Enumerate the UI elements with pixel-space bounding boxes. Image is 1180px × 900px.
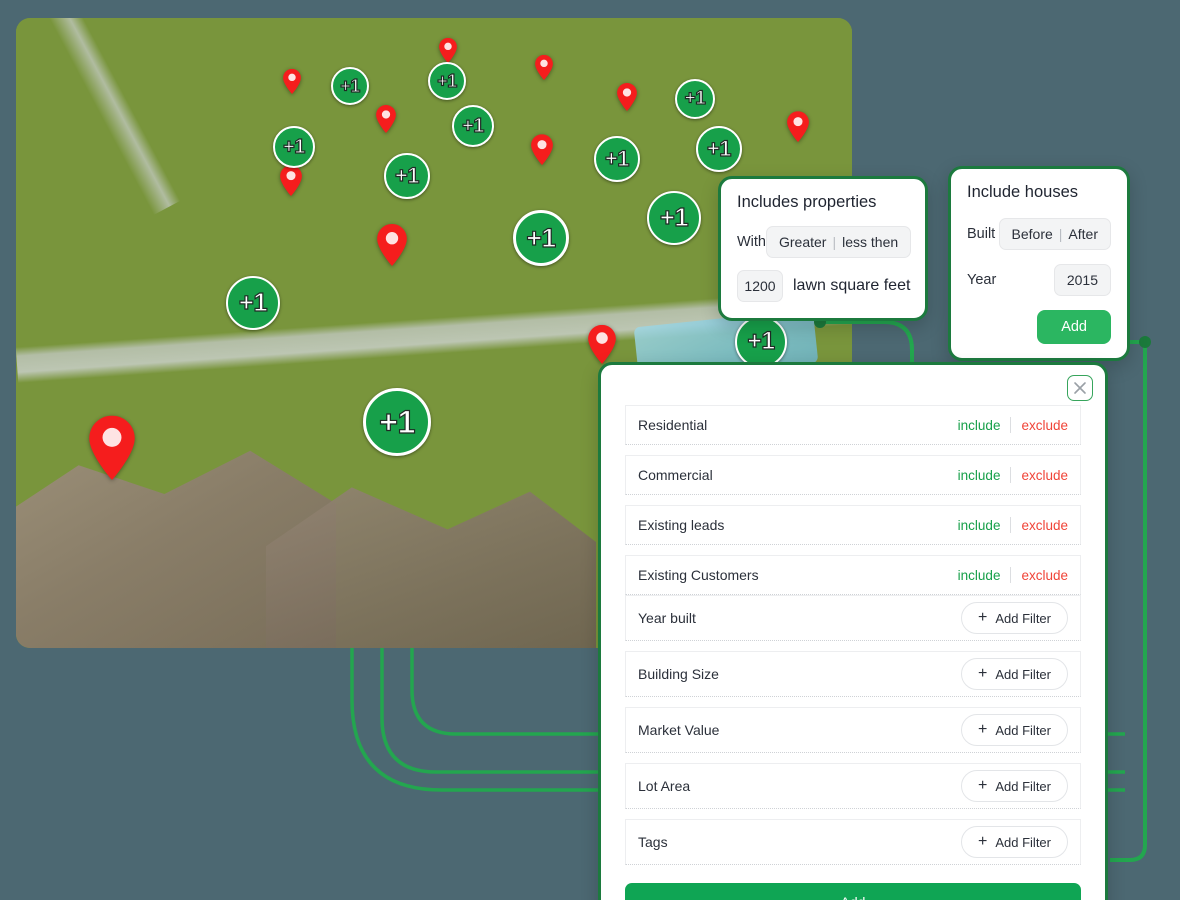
houses-add-button[interactable]: Add: [1037, 310, 1111, 344]
map-marker-pin[interactable]: [376, 105, 396, 133]
add-filter-label: Add Filter: [995, 610, 1051, 626]
add-filter-button[interactable]: + Add Filter: [961, 714, 1068, 746]
map-marker-pin[interactable]: [617, 83, 637, 111]
map-marker-pin[interactable]: [89, 415, 135, 480]
map-marker-pin[interactable]: [439, 37, 457, 63]
comparator-toggle[interactable]: Greater | less then: [766, 226, 912, 258]
table-row: Existing leads include exclude: [625, 505, 1081, 545]
panel-add-button[interactable]: Add: [625, 883, 1081, 900]
filter-row-label: Market Value: [638, 722, 720, 738]
toggle-divider: [1010, 417, 1012, 433]
map-marker-badge[interactable]: +1: [384, 153, 430, 199]
map-marker-badge[interactable]: +1: [331, 67, 369, 105]
include-exclude-toggle: include exclude: [958, 517, 1068, 533]
exclude-option[interactable]: exclude: [1021, 568, 1068, 583]
toggle-divider: [1010, 467, 1012, 483]
map-marker-pin[interactable]: [535, 54, 553, 80]
built-after[interactable]: After: [1068, 226, 1098, 242]
filter-row-label: Residential: [638, 417, 708, 433]
built-label: Built: [967, 226, 996, 242]
plus-icon: +: [978, 665, 988, 682]
include-option[interactable]: include: [958, 518, 1001, 533]
add-filter-label: Add Filter: [995, 666, 1051, 682]
year-input[interactable]: 2015: [1053, 264, 1111, 296]
map-marker-pin[interactable]: [787, 111, 809, 142]
comparator-less[interactable]: less then: [842, 234, 898, 250]
map-marker-pin[interactable]: [280, 165, 302, 196]
plus-icon: +: [978, 833, 988, 850]
exclude-option[interactable]: exclude: [1021, 468, 1068, 483]
toggle-divider: [1010, 567, 1012, 583]
include-option[interactable]: include: [958, 418, 1001, 433]
card-title: Includes properties: [737, 193, 877, 211]
plus-icon: +: [978, 721, 988, 738]
table-row: Tags + Add Filter: [625, 819, 1081, 865]
toggle-divider: [1010, 517, 1012, 533]
include-exclude-toggle: include exclude: [958, 567, 1068, 583]
map-marker-pin[interactable]: [283, 68, 301, 94]
lawn-amount-input[interactable]: 1200: [737, 270, 783, 302]
table-row: Year built + Add Filter: [625, 595, 1081, 641]
map-marker-pin[interactable]: [531, 134, 553, 165]
table-row: Building Size + Add Filter: [625, 651, 1081, 697]
exclude-option[interactable]: exclude: [1021, 418, 1068, 433]
map-marker-badge[interactable]: +1: [513, 210, 569, 266]
map-marker-badge[interactable]: +1: [363, 388, 431, 456]
map-marker-badge[interactable]: +1: [594, 136, 640, 182]
filters-panel: Residential include exclude Commercial inclu…: [598, 362, 1108, 900]
built-separator: |: [1058, 226, 1063, 242]
filter-row-label: Building Size: [638, 666, 719, 682]
add-filter-button[interactable]: + Add Filter: [961, 602, 1068, 634]
filter-row-label: Existing leads: [638, 517, 725, 533]
table-row: Residential include exclude: [625, 405, 1081, 445]
map-marker-badge[interactable]: +1: [226, 276, 280, 330]
plus-icon: +: [978, 609, 988, 626]
table-row: Existing Customers include exclude: [625, 555, 1081, 595]
include-houses-card: Include houses Built Before | After Year…: [948, 166, 1130, 361]
built-toggle[interactable]: Before | After: [998, 218, 1111, 250]
comparator-greater[interactable]: Greater: [779, 234, 826, 250]
add-filter-label: Add Filter: [995, 722, 1051, 738]
lawn-unit-label: lawn square feet: [793, 277, 911, 294]
map-marker-pin[interactable]: [377, 224, 407, 266]
close-icon[interactable]: [1067, 375, 1093, 401]
table-row: Lot Area + Add Filter: [625, 763, 1081, 809]
include-option[interactable]: include: [958, 468, 1001, 483]
filter-row-label: Commercial: [638, 467, 713, 483]
with-label: With: [737, 234, 766, 250]
add-filter-label: Add Filter: [995, 834, 1051, 850]
map-marker-badge[interactable]: +1: [647, 191, 701, 245]
map-marker-badge[interactable]: +1: [696, 126, 742, 172]
card-title: Include houses: [967, 183, 1078, 201]
table-row: Commercial include exclude: [625, 455, 1081, 495]
map-marker-badge[interactable]: +1: [675, 79, 715, 119]
map-marker-pin[interactable]: [588, 324, 616, 364]
exclude-option[interactable]: exclude: [1021, 518, 1068, 533]
map-marker-badge[interactable]: +1: [452, 105, 494, 147]
add-filter-rows: Year built + Add Filter Building Size + Add F…: [625, 595, 1081, 865]
include-exclude-toggle: include exclude: [958, 467, 1068, 483]
add-filter-button[interactable]: + Add Filter: [961, 770, 1068, 802]
table-row: Market Value + Add Filter: [625, 707, 1081, 753]
add-filter-button[interactable]: + Add Filter: [961, 826, 1068, 858]
map-marker-badge[interactable]: +1: [428, 62, 466, 100]
map-marker-badge[interactable]: +1: [735, 316, 787, 368]
add-filter-button[interactable]: + Add Filter: [961, 658, 1068, 690]
map-marker-badge[interactable]: +1: [273, 126, 315, 168]
includes-properties-card: Includes properties With Greater | less …: [718, 176, 928, 321]
filter-row-label: Tags: [638, 834, 668, 850]
include-exclude-toggle: include exclude: [958, 417, 1068, 433]
comparator-separator: |: [832, 234, 837, 250]
app-canvas: +1 +1 +1 +1 +1 +1 +1 +1 +1 +1 +1 +1 +1 Includes prop…: [0, 0, 1180, 900]
filter-row-label: Year built: [638, 610, 696, 626]
include-option[interactable]: include: [958, 568, 1001, 583]
filter-row-label: Existing Customers: [638, 567, 759, 583]
add-filter-label: Add Filter: [995, 778, 1051, 794]
filter-row-label: Lot Area: [638, 778, 691, 794]
plus-icon: +: [978, 777, 988, 794]
include-exclude-rows: Residential include exclude Commercial inclu…: [625, 405, 1081, 595]
built-before[interactable]: Before: [1012, 226, 1053, 242]
year-label: Year: [967, 272, 997, 288]
